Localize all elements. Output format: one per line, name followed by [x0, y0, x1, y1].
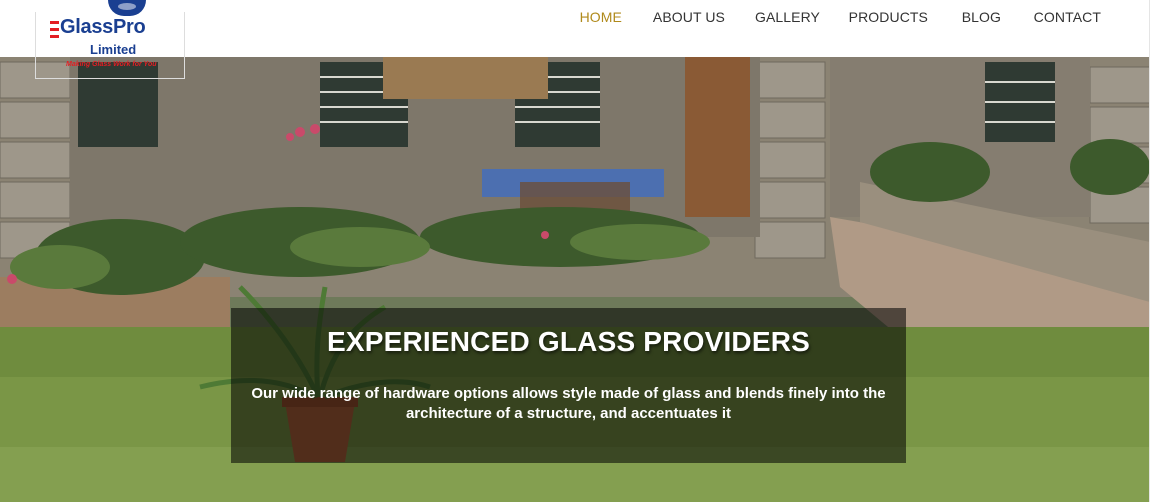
hero-caption: EXPERIENCED GLASS PROVIDERS Our wide ran… — [231, 308, 906, 463]
nav-about-us[interactable]: ABOUT US — [653, 9, 725, 25]
hero-description: Our wide range of hardware options allow… — [251, 385, 886, 422]
logo-e-mark-icon — [50, 21, 59, 38]
logo[interactable]: GlassPro Limited Making Glass Work for Y… — [35, 0, 185, 79]
nav-blog[interactable]: BLOG — [962, 9, 1001, 25]
nav-gallery[interactable]: GALLERY — [755, 9, 820, 25]
nav-contact[interactable]: CONTACT — [1034, 9, 1101, 25]
hero-title: EXPERIENCED GLASS PROVIDERS — [326, 326, 811, 357]
logo-tagline: Making Glass Work for You — [66, 61, 157, 68]
hero-slider: EXPERIENCED GLASS PROVIDERS Our wide ran… — [0, 57, 1150, 502]
logo-subtitle: Limited — [90, 42, 137, 57]
nav-home[interactable]: HOME — [580, 9, 622, 25]
nav-products[interactable]: PRODUCTS — [849, 9, 928, 25]
logo-brand: GlassPro — [60, 16, 146, 38]
site-header: GlassPro Limited Making Glass Work for Y… — [0, 0, 1150, 79]
